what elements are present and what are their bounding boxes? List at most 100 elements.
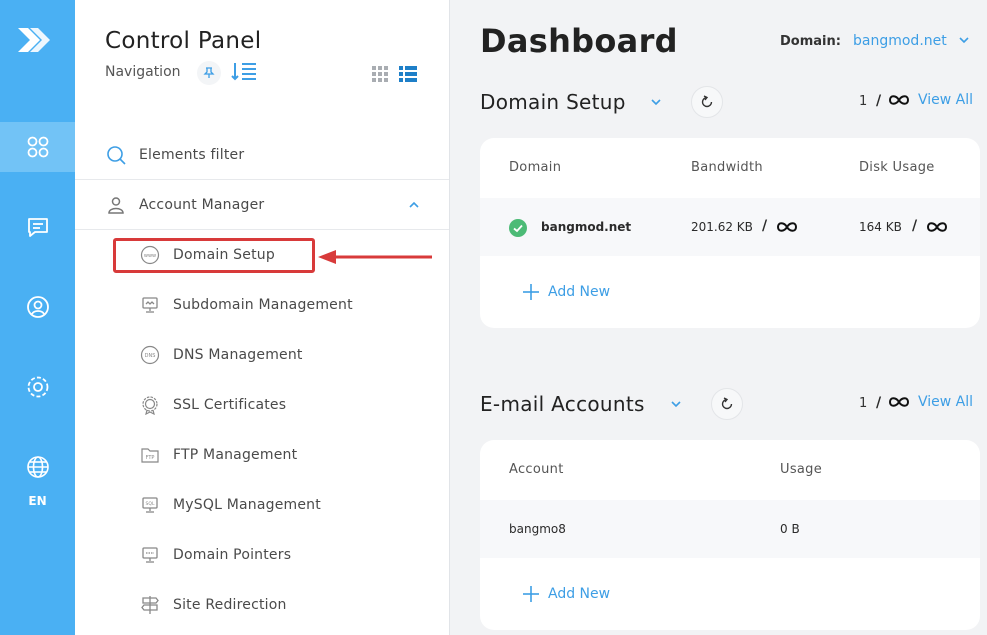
annotation-arrow-icon — [318, 250, 432, 264]
domain-selector-label: Domain: — [780, 34, 841, 49]
pin-button[interactable] — [197, 61, 221, 85]
navigation-panel: Control Panel Navigation Elements filter… — [75, 0, 450, 635]
table-row[interactable]: bangmod.net 201.62 KB / 164 KB / — [480, 198, 980, 256]
disk-usage-cell: 164 KB — [859, 220, 902, 234]
pin-icon — [203, 67, 215, 78]
panel-title: Control Panel — [105, 28, 262, 54]
refresh-button[interactable] — [711, 388, 743, 420]
column-header: Bandwidth — [691, 160, 763, 175]
check-circle-icon — [509, 219, 527, 237]
nav-item-label: Subdomain Management — [173, 297, 353, 313]
plus-icon — [523, 586, 539, 602]
nav-item-ftp-management[interactable]: FTP FTP Management — [75, 430, 449, 480]
account-manager-label: Account Manager — [139, 197, 265, 213]
column-header: Disk Usage — [859, 160, 935, 175]
svg-text:FTP: FTP — [146, 455, 155, 461]
plus-icon — [523, 284, 539, 300]
monitor-icon — [139, 294, 161, 316]
pager-page: 1 — [859, 94, 868, 109]
elements-filter[interactable]: Elements filter — [75, 130, 449, 180]
infinity-icon — [888, 397, 910, 407]
usage-cell: 0 B — [780, 522, 800, 536]
nav-item-ssl-certificates[interactable]: SSL Certificates — [75, 380, 449, 430]
pager-slash: / — [876, 93, 882, 109]
database-icon: SQL — [139, 494, 161, 516]
ordered-list-icon[interactable] — [231, 61, 257, 83]
user-circle-icon — [26, 296, 49, 318]
svg-text:SQL: SQL — [146, 501, 155, 507]
nav-item-label: Domain Pointers — [173, 547, 292, 563]
account-cell[interactable]: bangmo8 — [509, 522, 566, 536]
nav-item-site-redirection[interactable]: Site Redirection — [75, 580, 449, 630]
chevron-down-icon[interactable] — [670, 400, 682, 408]
column-header: Account — [509, 462, 564, 477]
nav-item-label: FTP Management — [173, 447, 298, 463]
rail-dashboard-button[interactable] — [0, 122, 75, 172]
language-code[interactable]: EN — [0, 494, 75, 508]
infinity-icon — [926, 222, 948, 232]
certificate-icon — [139, 394, 161, 416]
rail-messages-button[interactable] — [0, 202, 75, 252]
table-row[interactable]: bangmo8 0 B — [480, 500, 980, 558]
add-new-account-button[interactable]: Add New — [522, 585, 610, 603]
add-new-label: Add New — [548, 284, 611, 300]
column-header: Usage — [780, 462, 823, 477]
search-icon — [105, 144, 127, 166]
nav-item-mysql-management[interactable]: SQL MySQL Management — [75, 480, 449, 530]
domain-setup-header: Domain Setup 1 / View All — [480, 86, 987, 120]
elements-filter-label: Elements filter — [139, 147, 245, 163]
nav-item-label: DNS Management — [173, 347, 303, 363]
ftp-folder-icon: FTP — [139, 444, 161, 466]
left-rail: EN — [0, 0, 75, 635]
chevron-down-icon[interactable] — [958, 36, 970, 44]
signpost-icon — [139, 594, 161, 616]
refresh-button[interactable] — [691, 86, 723, 118]
domain-selector[interactable]: bangmod.net — [853, 33, 947, 49]
main-content: Dashboard Domain: bangmod.net Domain Set… — [458, 0, 987, 635]
section-title: E-mail Accounts — [480, 392, 645, 416]
dns-icon: DNS — [139, 344, 161, 366]
nav-item-label: SSL Certificates — [173, 397, 287, 413]
highlight-box — [113, 238, 315, 273]
view-all-link[interactable]: View All — [918, 394, 973, 410]
email-accounts-card: Account Usage bangmo8 0 B Add New — [480, 440, 980, 630]
infinity-icon — [888, 95, 910, 105]
rail-account-button[interactable] — [0, 282, 75, 332]
infinity-icon — [776, 222, 798, 232]
message-icon — [27, 218, 48, 237]
domain-cell[interactable]: bangmod.net — [541, 220, 631, 234]
account-manager-group[interactable]: Account Manager — [75, 180, 449, 230]
nav-item-subdomain-management[interactable]: Subdomain Management — [75, 280, 449, 330]
bandwidth-cell: 201.62 KB — [691, 220, 753, 234]
add-new-label: Add New — [548, 586, 611, 602]
email-accounts-header: E-mail Accounts 1 / View All — [480, 388, 987, 422]
chevron-down-icon[interactable] — [650, 98, 662, 106]
nav-item-label: MySQL Management — [173, 497, 321, 513]
pager-slash: / — [876, 395, 882, 411]
logo-icon[interactable] — [14, 20, 54, 60]
rail-settings-button[interactable] — [0, 362, 75, 412]
rail-language-button[interactable] — [0, 442, 75, 492]
column-header: Domain — [509, 160, 562, 175]
svg-text:DNS: DNS — [145, 353, 156, 359]
disk-slash: / — [912, 218, 918, 234]
grid-view-icon[interactable] — [372, 66, 388, 82]
pager-page: 1 — [859, 396, 868, 411]
section-title: Domain Setup — [480, 90, 626, 114]
page-title: Dashboard — [480, 22, 678, 60]
refresh-icon — [721, 397, 733, 410]
add-new-domain-button[interactable]: Add New — [522, 283, 610, 301]
dashboard-grid-icon — [27, 136, 48, 158]
nav-item-domain-pointers[interactable]: Domain Pointers — [75, 530, 449, 580]
gear-icon — [27, 376, 48, 398]
globe-icon — [26, 456, 49, 478]
view-all-link[interactable]: View All — [918, 92, 973, 108]
list-view-icon[interactable] — [399, 66, 417, 82]
nav-item-label: Site Redirection — [173, 597, 287, 613]
bandwidth-slash: / — [762, 218, 768, 234]
panel-subtitle: Navigation — [105, 64, 181, 80]
refresh-icon — [701, 95, 713, 108]
monitor-pointer-icon — [139, 544, 161, 566]
chevron-up-icon — [409, 201, 419, 208]
nav-item-dns-management[interactable]: DNS DNS Management — [75, 330, 449, 380]
